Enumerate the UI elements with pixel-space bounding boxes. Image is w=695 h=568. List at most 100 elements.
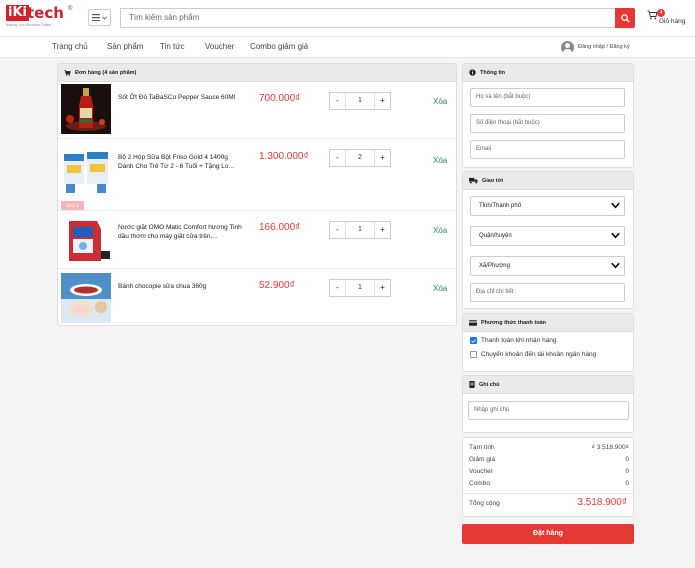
- promo-tag: Giao 1: [61, 201, 84, 210]
- payment-option-bank-transfer[interactable]: Chuyển khoản đến tài khoản ngân hàng: [470, 351, 596, 358]
- district-select[interactable]: Quận/huyện: [470, 226, 625, 246]
- product-name[interactable]: Bánh chocopie sữa chua 360g: [118, 282, 244, 291]
- info-panel-title: Thông tin: [480, 69, 506, 76]
- payment-panel-title: Phương thức thanh toán: [481, 319, 547, 326]
- discount-row: Giảm giá 0: [469, 456, 629, 463]
- subtotal-label: Tạm tính: [469, 444, 495, 451]
- place-order-button[interactable]: Đặt hàng: [462, 524, 634, 544]
- order-summary: Tạm tính ₫ 3.518.900₫ Giảm giá 0 Voucher…: [462, 437, 634, 517]
- note-panel-title: Ghi chú: [479, 381, 500, 388]
- note-panel: Ghi chú Nhập ghi chú: [462, 375, 634, 433]
- qty-increase-button[interactable]: +: [374, 93, 390, 109]
- product-price: 52.900₫: [259, 280, 295, 291]
- payment-panel-header: Phương thức thanh toán: [463, 314, 633, 332]
- login-link[interactable]: Đăng nhập / Đăng ký: [561, 39, 630, 55]
- checkbox-unchecked[interactable]: [470, 351, 477, 358]
- cart-icon: [64, 69, 71, 76]
- cart-button[interactable]: 4 Giỏ hàng: [647, 9, 691, 29]
- qty-decrease-button[interactable]: -: [330, 150, 346, 166]
- shipping-panel-header: Giao tới: [463, 172, 633, 190]
- cart-item: Bánh chocopie sữa chua 360g 52.900₫ - 1 …: [58, 269, 456, 326]
- qty-input[interactable]: 1: [346, 93, 374, 109]
- quantity-stepper: - 1 +: [329, 279, 391, 297]
- note-panel-header: Ghi chú: [463, 376, 633, 394]
- truck-icon: [469, 177, 478, 184]
- quantity-stepper: - 1 +: [329, 221, 391, 239]
- qty-increase-button[interactable]: +: [374, 222, 390, 238]
- order-panel-header: Đơn hàng (4 sản phẩm): [58, 64, 456, 82]
- check-icon: [471, 338, 476, 343]
- nav-item-home[interactable]: Trang chủ: [52, 42, 88, 51]
- nav-item-news[interactable]: Tin tức: [160, 42, 185, 51]
- category-menu-button[interactable]: [88, 9, 111, 26]
- voucher-row: Voucher 0: [469, 468, 629, 475]
- shipping-panel-title: Giao tới: [482, 177, 504, 184]
- cart-count-badge: 4: [657, 9, 665, 17]
- qty-decrease-button[interactable]: -: [330, 280, 346, 296]
- logo-registered: ®: [68, 6, 73, 12]
- note-field[interactable]: Nhập ghi chú: [468, 401, 629, 420]
- chevron-down-icon: [102, 15, 107, 20]
- qty-input[interactable]: 1: [346, 222, 374, 238]
- quantity-stepper: - 2 +: [329, 149, 391, 167]
- order-panel: Đơn hàng (4 sản phẩm) Sốt Ớt Đỏ TaBaSCo …: [57, 63, 457, 326]
- summary-divider: [463, 493, 633, 494]
- qty-decrease-button[interactable]: -: [330, 93, 346, 109]
- total-value: 3.518.900₫: [577, 497, 627, 508]
- product-price: 166.000₫: [259, 222, 301, 233]
- chevron-down-icon: [611, 232, 620, 239]
- product-price: 1.300.000₫: [259, 151, 309, 162]
- product-price: 700.000₫: [259, 93, 301, 104]
- search-icon: [620, 13, 630, 23]
- info-panel-header: Thông tin: [463, 64, 633, 82]
- remove-item-button[interactable]: Xóa: [433, 156, 447, 165]
- qty-increase-button[interactable]: +: [374, 280, 390, 296]
- phone-field[interactable]: Số điện thoại (bắt buộc): [470, 114, 625, 133]
- province-select[interactable]: Tỉnh/Thành phố: [470, 196, 625, 216]
- full-name-field[interactable]: Họ và tên (bắt buộc): [470, 88, 625, 107]
- payment-option-label: Chuyển khoản đến tài khoản ngân hàng: [481, 351, 597, 358]
- logo-mark: iKi: [6, 5, 29, 21]
- checkbox-checked[interactable]: [470, 337, 477, 344]
- product-name[interactable]: Nước giặt OMO Matic Comfort hương Tinh d…: [118, 223, 244, 241]
- product-name[interactable]: Sốt Ớt Đỏ TaBaSCo Pepper Sauce 60Ml: [118, 93, 244, 102]
- product-image-tabasco: [61, 84, 111, 134]
- remove-item-button[interactable]: Xóa: [433, 284, 447, 293]
- chevron-down-icon: [611, 202, 620, 209]
- logo-tagline: Adding Your Business Online: [6, 23, 52, 27]
- hamburger-icon: [92, 14, 100, 21]
- search-input[interactable]: Tìm kiếm sản phẩm: [120, 8, 616, 28]
- remove-item-button[interactable]: Xóa: [433, 226, 447, 235]
- qty-input[interactable]: 2: [346, 150, 374, 166]
- nav-item-voucher[interactable]: Voucher: [205, 42, 234, 51]
- qty-input[interactable]: 1: [346, 280, 374, 296]
- email-field[interactable]: Email: [470, 140, 625, 159]
- product-image-chocopie: [61, 273, 111, 323]
- district-value: Quận/huyện: [479, 233, 512, 239]
- voucher-value: 0: [625, 468, 629, 475]
- payment-option-cod[interactable]: Thanh toán khi nhận hàng: [470, 337, 557, 344]
- ward-value: Xã/Phường: [479, 263, 510, 269]
- nav-item-products[interactable]: Sản phẩm: [107, 42, 143, 51]
- combo-value: 0: [625, 480, 629, 487]
- combo-label: Combo: [469, 480, 490, 487]
- order-panel-title: Đơn hàng (4 sản phẩm): [75, 69, 137, 76]
- qty-increase-button[interactable]: +: [374, 150, 390, 166]
- cart-label: Giỏ hàng: [659, 18, 686, 25]
- user-avatar-icon: [561, 40, 574, 54]
- product-name[interactable]: Bộ 2 Hộp Sữa Bột Friso Gold 4 1400g Dành…: [118, 153, 244, 171]
- logo[interactable]: iKi tech ® Adding Your Business Online: [6, 4, 74, 31]
- chevron-down-icon: [611, 262, 620, 269]
- payment-option-label: Thanh toán khi nhận hàng: [481, 337, 557, 344]
- nav-item-combo[interactable]: Combo giảm giá: [250, 42, 308, 51]
- cart-item: Nước giặt OMO Matic Comfort hương Tinh d…: [58, 211, 456, 269]
- main-nav: Trang chủ Sản phẩm Tin tức Voucher Combo…: [0, 36, 695, 58]
- search-button[interactable]: [615, 8, 635, 28]
- province-value: Tỉnh/Thành phố: [479, 203, 522, 209]
- qty-decrease-button[interactable]: -: [330, 222, 346, 238]
- voucher-label: Voucher: [469, 468, 493, 475]
- remove-item-button[interactable]: Xóa: [433, 97, 447, 106]
- cart-item: Sốt Ớt Đỏ TaBaSCo Pepper Sauce 60Ml 700.…: [58, 82, 456, 139]
- ward-select[interactable]: Xã/Phường: [470, 256, 625, 276]
- address-field[interactable]: Địa chỉ chi tiết: [470, 283, 625, 302]
